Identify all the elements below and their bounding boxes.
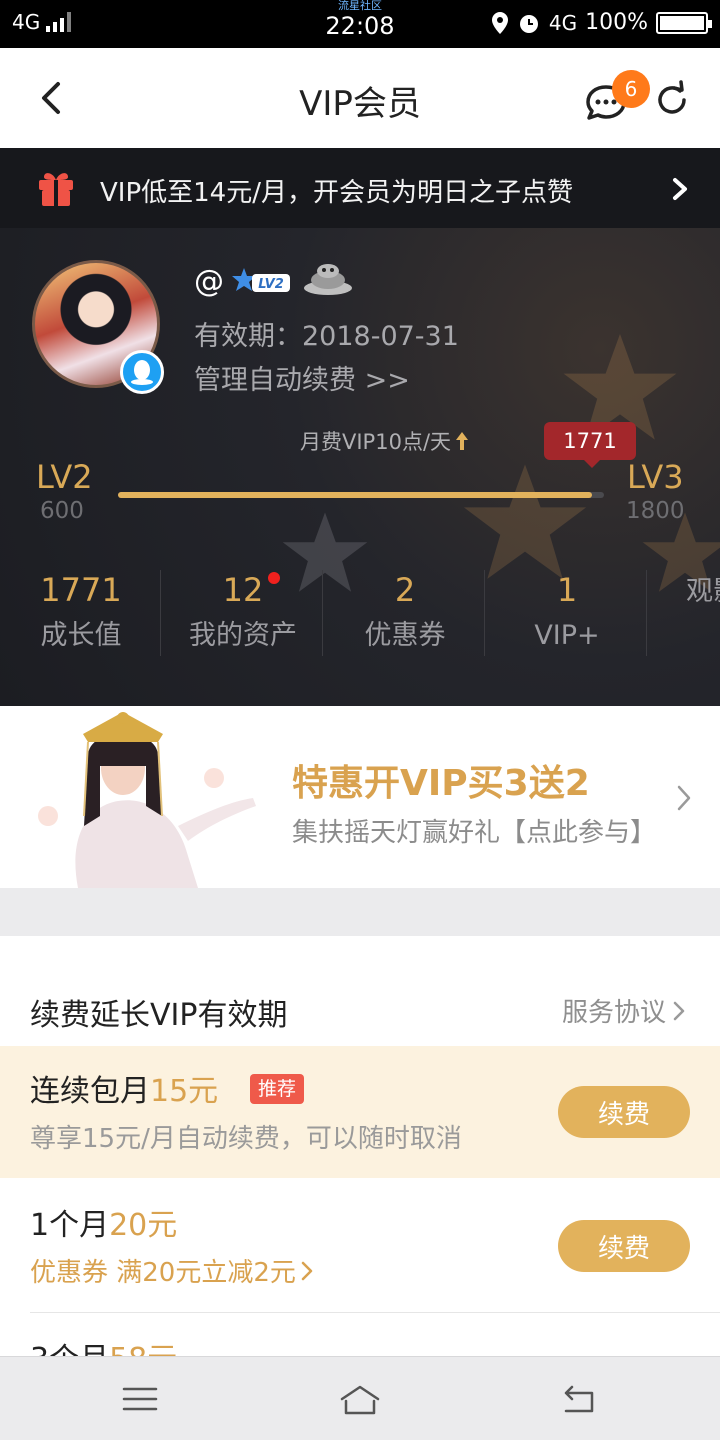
- arrow-up-icon: [456, 432, 469, 450]
- section-gap: [0, 888, 720, 936]
- back-arrow-icon: [42, 82, 60, 114]
- stat-label: 成长值: [40, 620, 122, 651]
- plan-price: 15元: [150, 1074, 219, 1109]
- refresh-button[interactable]: [652, 80, 692, 120]
- chevron-right-icon: [301, 1261, 313, 1280]
- growth-rate-text: 月费VIP10点/天: [300, 430, 452, 454]
- renewal-section: 续费延长VIP有效期 服务协议 连续包月15元 推荐 尊享15元/月自动续费，可…: [0, 936, 720, 1356]
- stat-growth[interactable]: 1771 成长值: [0, 568, 162, 658]
- vip-level-badge: LV2: [232, 268, 290, 292]
- status-right: 4G 100%: [491, 10, 712, 35]
- level-badge-text: LV2: [258, 277, 284, 292]
- ad-title: 特惠开VIP买3送2: [292, 763, 590, 804]
- home-icon[interactable]: [338, 1379, 382, 1419]
- growth-rate: 月费VIP10点/天: [300, 426, 469, 456]
- qq-penguin-icon: [120, 350, 164, 394]
- gift-icon: [39, 173, 73, 206]
- stat-value: 1771: [40, 571, 122, 609]
- service-agreement-link[interactable]: 服务协议: [562, 992, 686, 1029]
- notification-dot: [268, 572, 280, 584]
- validity-date: 有效期：2018-07-31: [194, 321, 459, 352]
- event-ad-banner[interactable]: 特惠开VIP买3送2 集扶摇天灯赢好礼【点此参与】: [0, 706, 720, 888]
- stat-label: 我的资产: [189, 620, 297, 651]
- growth-progress-bar: [118, 492, 604, 498]
- next-level-min: 1800: [626, 498, 685, 524]
- plan-description: 尊享15元/月自动续费，可以随时取消: [30, 1124, 462, 1154]
- chevron-right-icon: [677, 785, 691, 811]
- chevron-right-icon: [673, 178, 687, 200]
- renew-button[interactable]: 续费: [558, 1220, 690, 1272]
- plan-monthly-auto[interactable]: 连续包月15元 推荐 尊享15元/月自动续费，可以随时取消 续费: [0, 1046, 720, 1178]
- current-level-min: 600: [40, 498, 84, 524]
- current-level: LV2: [36, 458, 93, 496]
- stat-value: 12: [222, 571, 264, 609]
- system-nav-bar: [0, 1356, 720, 1440]
- status-bar: 4G 流星社区 22:08 4G 100%: [0, 0, 720, 48]
- growth-value-bubble: 1771: [544, 422, 636, 468]
- divider: [322, 570, 323, 656]
- promo-banner[interactable]: VIP低至14元/月，开会员为明日之子点赞: [0, 148, 720, 228]
- nav-bar: VIP会员 6: [0, 48, 720, 148]
- stat-value: 2: [394, 571, 416, 609]
- promo-text: VIP低至14元/月，开会员为明日之子点赞: [100, 178, 573, 208]
- username: @: [194, 264, 224, 299]
- battery-icon: [656, 11, 712, 34]
- divider: [484, 570, 485, 656]
- stat-label: VIP+: [534, 620, 600, 651]
- renewal-title: 续费延长VIP有效期: [30, 998, 288, 1033]
- back-nav-icon[interactable]: [556, 1379, 600, 1419]
- divider: [160, 570, 161, 656]
- coupon-text: 优惠券 满20元立减2元: [30, 1258, 296, 1288]
- plan-price: 58元: [109, 1342, 177, 1356]
- ad-subtitle: 集扶摇天灯赢好礼【点此参与】: [292, 818, 657, 848]
- chevron-right-icon: [673, 1001, 685, 1020]
- growth-progress-fill: [118, 492, 593, 498]
- recommended-tag: 推荐: [250, 1074, 305, 1104]
- stat-assets[interactable]: 12 我的资产: [162, 568, 324, 658]
- message-count-badge: 6: [612, 70, 650, 108]
- plan-title: 3个月58元: [30, 1334, 177, 1356]
- location-icon: [491, 11, 508, 34]
- menu-icon[interactable]: [118, 1379, 162, 1419]
- refresh-icon: [658, 80, 686, 114]
- back-button[interactable]: [22, 70, 78, 126]
- ad-character-image: [38, 712, 256, 888]
- plan-price: 20元: [109, 1208, 178, 1243]
- divider: [646, 570, 647, 656]
- plan-three-months[interactable]: 3个月58元: [0, 1314, 720, 1356]
- stat-coupons[interactable]: 2 优惠券: [324, 568, 486, 658]
- coupon-link[interactable]: 优惠券 满20元立减2元: [30, 1252, 314, 1289]
- battery-percent: 100%: [585, 10, 648, 35]
- vip-mascot-icon: [304, 264, 352, 295]
- divider: [30, 1312, 720, 1313]
- network-type-right: 4G: [548, 10, 578, 35]
- stat-label: 观影: [686, 576, 720, 607]
- stat-label: 优惠券: [364, 620, 446, 651]
- alarm-icon: [519, 14, 538, 33]
- plan-title: 1个月20元: [30, 1200, 177, 1244]
- plan-one-month[interactable]: 1个月20元 优惠券 满20元立减2元 续费: [0, 1180, 720, 1312]
- plan-title: 连续包月15元: [30, 1066, 218, 1110]
- plan-name: 3个月: [30, 1342, 109, 1356]
- manage-auto-renew-link[interactable]: 管理自动续费 >>: [194, 358, 410, 397]
- stat-vip-plus[interactable]: 1 VIP+: [486, 568, 648, 658]
- vip-profile-card: @ LV2 有效期：2018-07-31 管理自动续费 >> 月费VIP10点/…: [0, 228, 720, 706]
- plan-name: 连续包月: [30, 1074, 150, 1109]
- next-level: LV3: [627, 458, 684, 496]
- stats-row: 1771 成长值 12 我的资产 2 优惠券 1 VIP+ 观影: [0, 568, 720, 658]
- plan-name: 1个月: [30, 1208, 110, 1243]
- renew-button[interactable]: 续费: [558, 1086, 690, 1138]
- stat-viewing[interactable]: 观影: [648, 568, 720, 658]
- stat-value: 1: [556, 571, 578, 609]
- service-agreement-label: 服务协议: [562, 998, 667, 1028]
